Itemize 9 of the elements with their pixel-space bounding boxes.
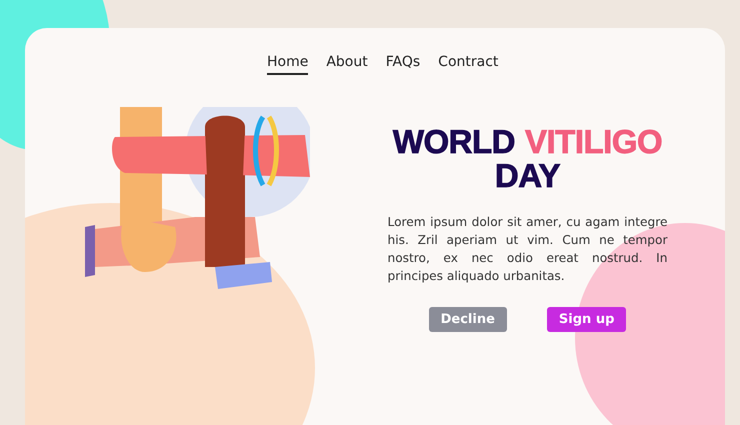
nav-link[interactable]: Home — [267, 54, 308, 75]
description-text: Lorem ipsum dolor sit amer, cu agam integre his. Zril aperiam ut vim. Cum ne tempor nostro, ex nec odio ereat nostrud. In principes aliquado urbanitas. — [388, 214, 668, 285]
nav-link[interactable]: About — [326, 54, 368, 75]
headline-word: DAY — [494, 159, 560, 193]
nav-link[interactable]: FAQs — [386, 54, 420, 75]
signup-button[interactable]: Sign up — [546, 307, 626, 332]
nav-link[interactable]: Contract — [438, 54, 498, 75]
headline-word: WORLD — [392, 125, 515, 159]
headline-word: VITILIGO — [524, 125, 662, 159]
